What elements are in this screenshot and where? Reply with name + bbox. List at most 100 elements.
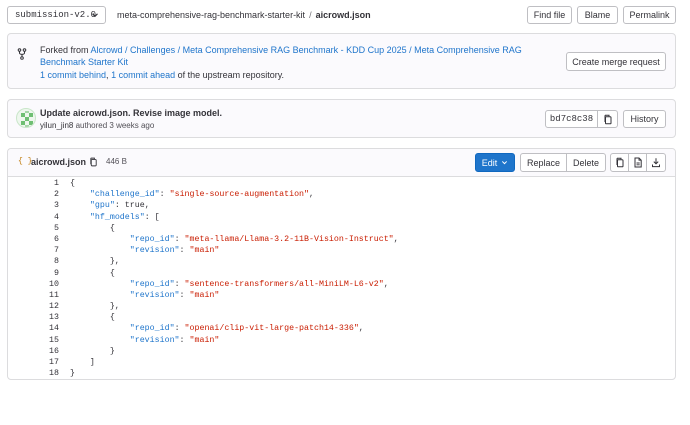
line-number[interactable]: 10	[8, 279, 59, 290]
copy-icon	[604, 114, 611, 124]
chevron-down-icon	[92, 13, 98, 18]
edit-label: Edit	[481, 157, 498, 168]
line-number[interactable]: 4	[8, 212, 59, 223]
fork-source-text: Forked from Alcrowd / Challenges / Meta …	[40, 44, 560, 68]
avatar[interactable]	[16, 108, 36, 128]
fork-source-link[interactable]: Alcrowd / Challenges / Meta Comprehensiv…	[40, 45, 522, 67]
file-size: 446 B	[106, 157, 127, 166]
line-number[interactable]: 12	[8, 301, 59, 312]
line-number[interactable]: 18	[8, 368, 59, 379]
code-line: 8 },	[8, 256, 674, 267]
json-string: "main"	[189, 246, 220, 256]
copy-sha-button[interactable]	[597, 110, 618, 128]
breadcrumb-repo[interactable]: meta-comprehensive-rag-benchmark-starter…	[117, 10, 305, 20]
open-raw-button[interactable]	[628, 153, 647, 172]
find-file-button[interactable]: Find file	[527, 6, 572, 24]
json-punctuation: },	[70, 257, 120, 267]
fork-divergence-text: 1 commit behind, 1 commit ahead of the u…	[40, 70, 284, 80]
history-button[interactable]: History	[623, 110, 666, 128]
json-string: "main"	[189, 335, 220, 345]
json-string: "sentence-transformers/all-MiniLM-L6-v2"	[184, 279, 384, 289]
json-key: "repo_id"	[129, 279, 175, 289]
json-key: "hf_models"	[89, 212, 145, 222]
line-number[interactable]: 7	[8, 245, 59, 256]
json-punctuation	[70, 324, 130, 333]
json-punctuation: ,	[393, 234, 399, 244]
line-number[interactable]: 6	[8, 234, 59, 245]
json-punctuation: },	[70, 302, 120, 312]
json-punctuation: ,	[358, 324, 364, 334]
line-number[interactable]: 15	[8, 335, 59, 346]
code-line: 7 "revision": "main"	[8, 245, 674, 256]
json-punctuation: {	[70, 313, 115, 323]
line-number[interactable]: 8	[8, 256, 59, 267]
json-string: "openai/clip-vit-large-patch14-336"	[184, 324, 359, 334]
chevron-down-icon	[502, 161, 508, 165]
commit-sha[interactable]: bd7c8c38	[545, 110, 598, 128]
line-number[interactable]: 2	[8, 189, 59, 200]
json-punctuation	[70, 213, 90, 222]
json-punctuation	[70, 291, 130, 300]
code-line: 9 {	[8, 268, 674, 279]
json-punctuation: ,	[383, 279, 389, 289]
json-punctuation	[70, 235, 130, 244]
json-key: "gpu"	[89, 201, 115, 211]
line-content: },	[70, 256, 120, 267]
breadcrumb-file[interactable]: aicrowd.json	[316, 10, 371, 20]
code-line: 10 "repo_id": "sentence-transformers/all…	[8, 279, 674, 290]
json-key: "repo_id"	[129, 324, 175, 334]
file-name: aicrowd.json	[31, 157, 87, 167]
json-punctuation: :	[179, 290, 190, 300]
line-number[interactable]: 14	[8, 323, 59, 334]
permalink-button[interactable]: Permalink	[623, 6, 676, 24]
json-punctuation: :	[174, 279, 185, 289]
commit-author[interactable]: yilun_jin8	[40, 121, 73, 130]
line-number[interactable]: 3	[8, 200, 59, 211]
copy-contents-button[interactable]	[610, 153, 629, 172]
code-line: 13 {	[8, 312, 674, 323]
file-icon	[634, 157, 642, 168]
download-button[interactable]	[646, 153, 666, 172]
edit-button[interactable]: Edit	[475, 153, 515, 172]
code-line: 5 {	[8, 223, 674, 234]
copy-file-path-button[interactable]	[89, 157, 98, 169]
line-content: {	[70, 178, 75, 189]
json-key: "revision"	[129, 246, 180, 256]
line-content: "repo_id": "sentence-transformers/all-Mi…	[70, 279, 389, 290]
line-content: ]	[70, 357, 95, 368]
json-string: "meta-llama/Llama-3.2-11B-Vision-Instruc…	[184, 234, 394, 244]
code-line: 18}	[8, 368, 674, 379]
line-number[interactable]: 1	[8, 178, 59, 189]
create-merge-request-button[interactable]: Create merge request	[566, 52, 666, 71]
divergence-comma: ,	[106, 70, 109, 80]
json-punctuation	[70, 246, 130, 255]
json-key: "revision"	[129, 290, 180, 300]
line-content: "challenge_id": "single-source-augmentat…	[70, 189, 314, 200]
json-punctuation: :	[174, 324, 185, 334]
line-number[interactable]: 9	[8, 268, 59, 279]
line-content: {	[70, 312, 115, 323]
json-punctuation: ]	[70, 358, 95, 367]
json-key: "revision"	[129, 335, 180, 345]
copy-icon	[90, 157, 97, 167]
commit-title[interactable]: Update aicrowd.json. Revise image model.	[40, 108, 222, 118]
delete-button[interactable]: Delete	[566, 153, 606, 172]
code-line: 16 }	[8, 346, 674, 357]
commits-behind-link[interactable]: 1 commit behind	[40, 70, 106, 80]
branch-selector[interactable]: submission-v2.0	[7, 6, 106, 24]
blame-button[interactable]: Blame	[577, 6, 618, 24]
copy-icon	[616, 157, 623, 168]
line-number[interactable]: 11	[8, 290, 59, 301]
line-number[interactable]: 17	[8, 357, 59, 368]
line-number[interactable]: 5	[8, 223, 59, 234]
code-line: 3 "gpu": true,	[8, 200, 674, 211]
code-view: 1 {2 "challenge_id": "single-source-augme…	[8, 178, 674, 378]
line-content: "repo_id": "meta-llama/Llama-3.2-11B-Vis…	[70, 234, 399, 245]
line-number[interactable]: 13	[8, 312, 59, 323]
commits-ahead-link[interactable]: 1 commit ahead	[111, 70, 175, 80]
breadcrumb-separator: /	[309, 10, 312, 20]
replace-button[interactable]: Replace	[520, 153, 567, 172]
commit-authored-time: authored 3 weeks ago	[75, 121, 155, 130]
line-number[interactable]: 16	[8, 346, 59, 357]
json-punctuation: :	[179, 246, 190, 256]
